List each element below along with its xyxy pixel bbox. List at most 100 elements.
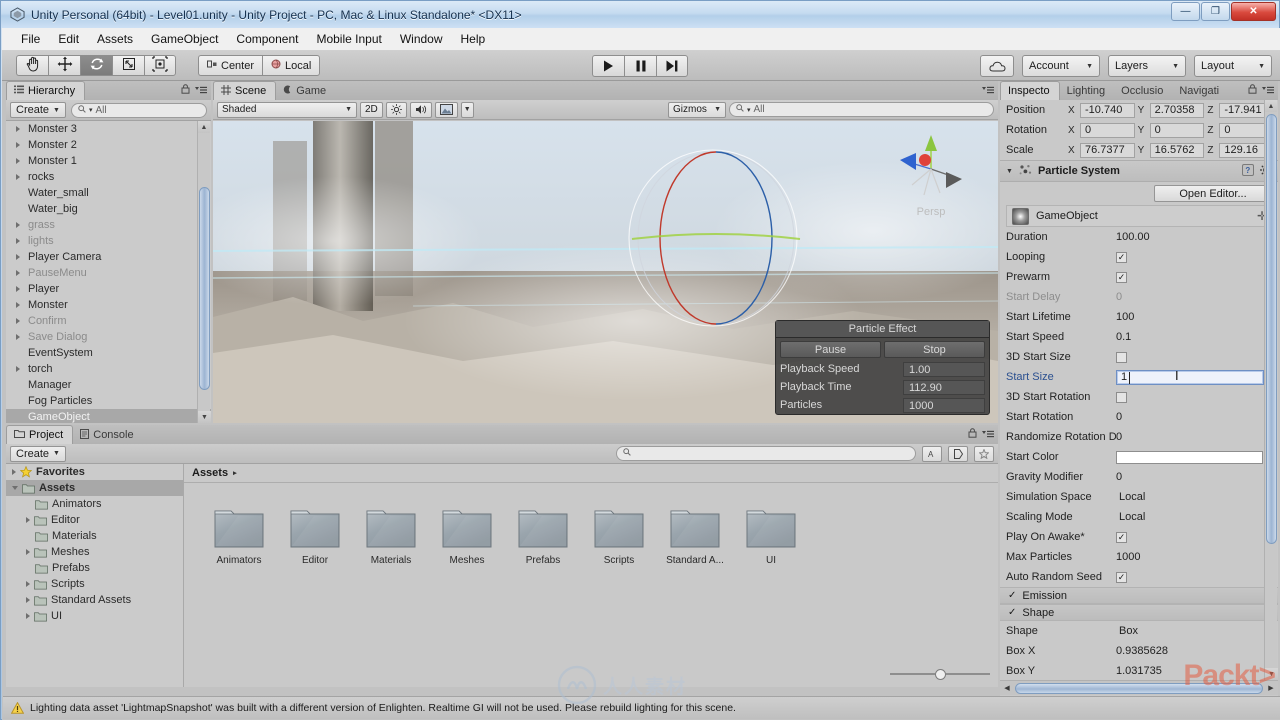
tab-navigati[interactable]: Navigati (1172, 82, 1228, 100)
hierarchy-item[interactable]: Confirm (6, 313, 211, 329)
particle-system-header[interactable]: ▼ Particle System ? (1000, 160, 1278, 182)
hierarchy-item[interactable]: Water_small (6, 185, 211, 201)
hscroll-left-arrow[interactable]: ◀ (1000, 684, 1014, 692)
hierarchy-item[interactable]: rocks (6, 169, 211, 185)
particle-prop-checkbox[interactable] (1116, 351, 1127, 363)
expand-arrow-icon[interactable] (16, 318, 20, 324)
asset-folder-item[interactable]: UI (744, 505, 798, 566)
module-header-shape[interactable]: ✓ Shape (1000, 604, 1278, 621)
particle-prop-value[interactable]: Local (1116, 491, 1266, 503)
project-create-button[interactable]: Create ▼ (10, 445, 66, 462)
project-tree-item[interactable]: UI (6, 608, 183, 624)
asset-folder-item[interactable]: Editor (288, 505, 342, 566)
asset-folder-item[interactable]: Animators (212, 505, 266, 566)
particle-system-name-bar[interactable]: GameObject ✛ (1006, 205, 1272, 227)
tab-game[interactable]: Game (276, 82, 335, 100)
chevron-down-icon[interactable]: ▼ (1006, 168, 1013, 175)
inspector-scroll-thumb[interactable] (1266, 114, 1277, 544)
particle-prop-checkbox[interactable] (1116, 391, 1127, 403)
transform-y-field[interactable]: 0 (1149, 122, 1205, 138)
particle-prop-value[interactable]: 0 (1116, 291, 1278, 303)
scroll-up-arrow[interactable]: ▲ (198, 121, 210, 133)
hierarchy-scroll-thumb[interactable] (199, 187, 210, 390)
rotate-gizmo[interactable] (613, 143, 813, 333)
hierarchy-item[interactable]: Fog Particles (6, 393, 211, 409)
expand-arrow-icon[interactable] (16, 286, 20, 292)
panel-menu-icon[interactable] (982, 429, 994, 441)
scene-view-gizmo[interactable]: Persp (892, 129, 970, 221)
particle-prop-value[interactable]: 1000 (1116, 551, 1278, 563)
particle-stop-button[interactable]: Stop (884, 341, 985, 358)
scene-fx-dropdown[interactable]: ▼ (460, 101, 474, 118)
hierarchy-item[interactable]: Manager (6, 377, 211, 393)
module-check-icon[interactable]: ✓ (1008, 590, 1016, 601)
rect-tool-button[interactable] (144, 55, 176, 76)
zoom-slider-knob[interactable] (934, 668, 946, 680)
hierarchy-item[interactable]: EventSystem (6, 345, 211, 361)
hierarchy-item[interactable]: torch (6, 361, 211, 377)
particle-prop-value[interactable]: 0 (1116, 471, 1278, 483)
hierarchy-create-button[interactable]: Create ▼ (10, 102, 66, 118)
hierarchy-item[interactable]: Monster (6, 297, 211, 313)
hierarchy-scrollbar[interactable]: ▲ ▼ (197, 121, 211, 423)
asset-folder-item[interactable]: Prefabs (516, 505, 570, 566)
breadcrumb-label[interactable]: Assets (192, 467, 228, 479)
menu-item-help[interactable]: Help (452, 29, 495, 49)
particle-prop-value[interactable]: 0 (1116, 411, 1266, 423)
particle-prop-checkbox[interactable]: ✓ (1116, 251, 1127, 263)
particle-prop-value[interactable]: 100.00 (1116, 231, 1278, 243)
favorite-filter-button[interactable] (974, 445, 994, 462)
hierarchy-item[interactable]: GameObject (6, 409, 211, 423)
particle-prop-checkbox[interactable]: ✓ (1116, 271, 1127, 283)
collapse-arrow-icon[interactable] (12, 486, 18, 490)
expand-arrow-icon[interactable] (16, 142, 20, 148)
help-icon[interactable]: ? (1242, 163, 1254, 179)
project-tree-item[interactable]: Meshes (6, 544, 183, 560)
asset-folder-item[interactable]: Scripts (592, 505, 646, 566)
project-tree-item[interactable]: Editor (6, 512, 183, 528)
scene-lighting-toggle[interactable] (385, 101, 407, 118)
lock-icon[interactable] (181, 84, 190, 97)
project-tree-item[interactable]: Animators (6, 496, 183, 512)
search-by-label-button[interactable] (948, 445, 968, 462)
cloud-services-button[interactable] (980, 55, 1014, 77)
scale-tool-button[interactable] (112, 55, 144, 76)
expand-arrow-icon[interactable] (26, 517, 30, 523)
expand-arrow-icon[interactable] (26, 549, 30, 555)
tab-project[interactable]: Project (6, 425, 74, 444)
account-dropdown[interactable]: Account ▼ (1022, 55, 1100, 77)
hierarchy-item[interactable]: Player Camera (6, 249, 211, 265)
module-header-emission[interactable]: ✓ Emission (1000, 587, 1278, 604)
inspector-hscrollbar[interactable]: ◀ ▶ (1000, 680, 1278, 695)
particle-prop-value[interactable]: Local (1116, 511, 1266, 523)
hierarchy-item[interactable]: Monster 1 (6, 153, 211, 169)
transform-x-field[interactable]: -10.740 (1080, 102, 1135, 118)
tab-inspecto[interactable]: Inspecto (1000, 81, 1060, 100)
project-tree-item[interactable]: Materials (6, 528, 183, 544)
play-button[interactable] (592, 55, 624, 77)
particle-effect-row-value[interactable]: 1.00 (903, 361, 985, 377)
hierarchy-item[interactable]: grass (6, 217, 211, 233)
scene-fx-toggle[interactable] (434, 101, 458, 118)
project-tree-item[interactable]: Prefabs (6, 560, 183, 576)
status-bar[interactable]: Lighting data asset 'LightmapSnapshot' w… (3, 696, 1280, 719)
tab-hierarchy[interactable]: Hierarchy (6, 81, 86, 100)
expand-arrow-icon[interactable] (26, 581, 30, 587)
particle-effect-row-value[interactable]: 112.90 (903, 379, 985, 395)
scene-viewport[interactable]: Persp Particle Effect Pause Stop Playbac… (213, 121, 998, 423)
expand-arrow-icon[interactable] (16, 126, 20, 132)
menu-item-component[interactable]: Component (227, 29, 307, 49)
panel-menu-icon[interactable] (982, 85, 994, 97)
expand-arrow-icon[interactable] (16, 158, 20, 164)
project-search-input[interactable] (616, 446, 916, 461)
asset-folder-item[interactable]: Materials (364, 505, 418, 566)
particle-pause-button[interactable]: Pause (780, 341, 881, 358)
search-by-type-button[interactable]: A (922, 445, 942, 462)
asset-folder-item[interactable]: Standard A... (666, 505, 724, 566)
tab-scene[interactable]: Scene (213, 81, 277, 100)
particle-prop-checkbox[interactable]: ✓ (1116, 571, 1127, 583)
move-tool-button[interactable] (48, 55, 80, 76)
hscroll-right-arrow[interactable]: ▶ (1264, 684, 1278, 692)
project-tree-item[interactable]: Standard Assets (6, 592, 183, 608)
expand-arrow-icon[interactable] (16, 222, 20, 228)
